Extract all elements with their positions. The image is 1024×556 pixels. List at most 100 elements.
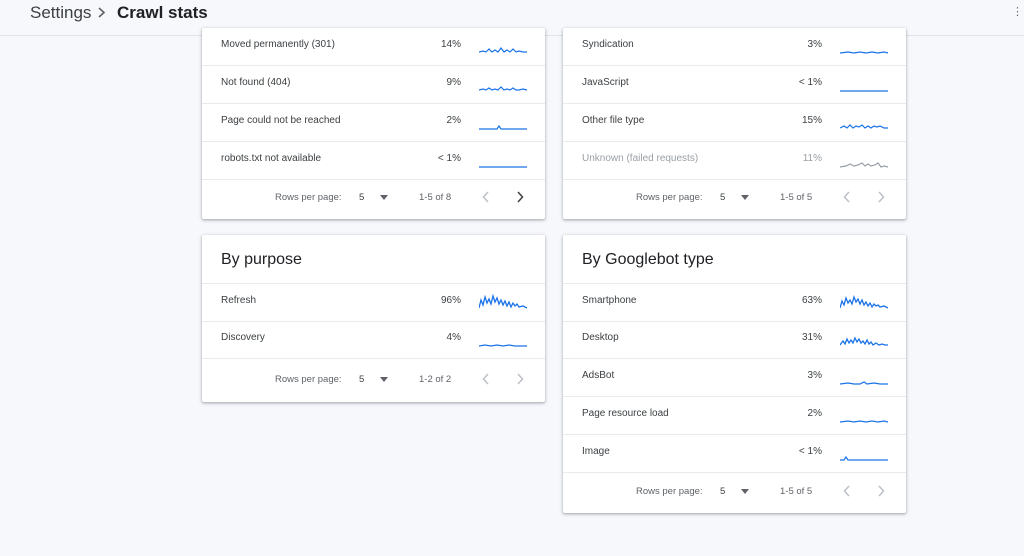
prev-page-button[interactable] (477, 370, 495, 388)
next-page-button[interactable] (511, 188, 529, 206)
chevron-left-icon (482, 191, 489, 203)
rows-per-page-select[interactable]: 5 (720, 192, 725, 203)
row-percent: 11% (802, 153, 822, 164)
table-row[interactable]: AdsBot 3% (563, 359, 906, 397)
row-percent: < 1% (798, 446, 822, 457)
table-row[interactable]: Page could not be reached 2% (202, 104, 545, 142)
rows-per-page-label: Rows per page: (636, 192, 703, 203)
table-row[interactable]: Desktop 31% (563, 321, 906, 359)
table-row[interactable]: Discovery 4% (202, 321, 545, 359)
rows-per-page-label: Rows per page: (275, 374, 342, 385)
card-by-purpose: By purpose Refresh 96% Discovery 4% Rows… (202, 235, 545, 402)
sparkline-chart (840, 162, 888, 168)
page-range: 1-2 of 2 (419, 374, 452, 385)
row-percent: 15% (801, 115, 822, 126)
page-range: 1-5 of 8 (419, 192, 452, 203)
sparkline-chart (479, 47, 527, 53)
table-row[interactable]: JavaScript < 1% (563, 66, 906, 104)
sparkline-chart (479, 124, 527, 130)
card-title: By Googlebot type (582, 251, 714, 268)
chevron-right-icon (517, 191, 524, 203)
row-label: Page could not be reached (221, 115, 341, 126)
chevron-left-icon (843, 485, 850, 497)
page-range: 1-5 of 5 (780, 486, 813, 497)
row-label: Not found (404) (221, 77, 291, 88)
row-percent: 3% (807, 39, 822, 50)
row-label: Moved permanently (301) (221, 39, 335, 50)
sparkline-chart (840, 381, 888, 385)
next-page-button[interactable] (511, 370, 529, 388)
next-page-button[interactable] (872, 188, 890, 206)
row-percent: < 1% (798, 77, 822, 88)
table-row[interactable]: Not found (404) 9% (202, 66, 545, 104)
row-label: Refresh (221, 295, 257, 306)
sparkline-chart (479, 344, 527, 347)
table-row[interactable]: Page resource load 2% (563, 397, 906, 435)
table-row[interactable]: Smartphone 63% (563, 283, 906, 322)
prev-page-button[interactable] (477, 188, 495, 206)
table-row[interactable]: Unknown (failed requests) 11% (563, 142, 906, 180)
row-label: Desktop (582, 332, 619, 343)
page-range: 1-5 of 5 (780, 192, 813, 203)
more-vert-icon[interactable]: ⋮ (1012, 5, 1023, 18)
rows-per-page-label: Rows per page: (275, 192, 342, 203)
table-row[interactable]: robots.txt not available < 1% (202, 142, 545, 180)
table-row[interactable]: Image < 1% (563, 435, 906, 473)
table-row[interactable]: Other file type 15% (563, 104, 906, 142)
pagination: Rows per page: 5 1-5 of 8 (202, 177, 545, 219)
rows-per-page-label: Rows per page: (636, 486, 703, 497)
next-page-button[interactable] (872, 482, 890, 500)
row-label: Syndication (582, 39, 634, 50)
dropdown-caret-icon[interactable] (741, 195, 749, 200)
row-label: Discovery (221, 332, 265, 343)
card-by-googlebot-type: By Googlebot type Smartphone 63% Desktop… (563, 235, 906, 513)
sparkline-chart (840, 90, 888, 92)
sparkline-chart (479, 86, 527, 91)
row-percent: 2% (446, 115, 461, 126)
row-label: Smartphone (582, 295, 637, 306)
dropdown-caret-icon[interactable] (380, 377, 388, 382)
row-percent: 96% (440, 295, 461, 306)
row-label: AdsBot (582, 370, 615, 381)
table-row[interactable]: Refresh 96% (202, 283, 545, 322)
row-percent: 3% (807, 370, 822, 381)
prev-page-button[interactable] (838, 188, 856, 206)
sparkline-chart (840, 336, 888, 346)
pagination: Rows per page: 5 1-5 of 5 (563, 471, 906, 513)
sparkline-chart (840, 51, 888, 54)
row-percent: 9% (446, 77, 461, 88)
rows-per-page-select[interactable]: 5 (359, 192, 364, 203)
dropdown-caret-icon[interactable] (741, 489, 749, 494)
row-label: JavaScript (582, 77, 629, 88)
pagination: Rows per page: 5 1-5 of 5 (563, 177, 906, 219)
row-percent: 63% (801, 295, 822, 306)
breadcrumb-settings[interactable]: Settings (30, 3, 91, 23)
table-row[interactable]: Moved permanently (301) 14% (202, 28, 545, 66)
sparkline-chart (479, 293, 527, 309)
row-percent: 14% (440, 39, 461, 50)
chevron-right-icon (878, 485, 885, 497)
row-percent: 2% (807, 408, 822, 419)
chevron-right-icon (98, 7, 106, 18)
chevron-left-icon (843, 191, 850, 203)
card-title: By purpose (221, 251, 302, 268)
prev-page-button[interactable] (838, 482, 856, 500)
chevron-left-icon (482, 373, 489, 385)
table-row[interactable]: Syndication 3% (563, 28, 906, 66)
row-label: Image (582, 446, 610, 457)
row-percent: < 1% (437, 153, 461, 164)
rows-per-page-select[interactable]: 5 (359, 374, 364, 385)
sparkline-chart (840, 455, 888, 461)
card-by-file-type: Syndication 3% JavaScript < 1% Other fil… (563, 28, 906, 219)
pagination: Rows per page: 5 1-2 of 2 (202, 359, 545, 401)
row-label: Unknown (failed requests) (582, 153, 699, 164)
row-label: Other file type (582, 115, 645, 126)
sparkline-chart (840, 124, 888, 129)
rows-per-page-select[interactable]: 5 (720, 486, 725, 497)
dropdown-caret-icon[interactable] (380, 195, 388, 200)
sparkline-chart (479, 166, 527, 168)
chevron-right-icon (878, 191, 885, 203)
sparkline-chart (840, 420, 888, 423)
row-percent: 31% (801, 332, 822, 343)
card-by-response: Moved permanently (301) 14% Not found (4… (202, 28, 545, 219)
